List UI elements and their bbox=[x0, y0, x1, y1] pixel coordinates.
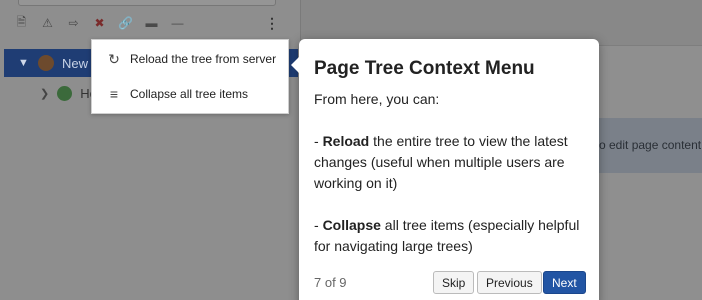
menu-item-reload[interactable]: ↻ Reload the tree from server bbox=[92, 42, 288, 76]
link-icon[interactable]: 🔗 bbox=[114, 12, 137, 34]
page-delete-icon[interactable]: ✖ bbox=[88, 12, 111, 34]
next-button[interactable]: Next bbox=[543, 271, 586, 294]
popover-arrow bbox=[291, 57, 299, 73]
menu-item-label: Reload the tree from server bbox=[130, 52, 277, 66]
reload-icon: ↻ bbox=[108, 50, 120, 67]
tree-toolbar: 🗎 ⚠ ⇨ ✖ 🔗 ▬ — ⋮ bbox=[10, 12, 290, 34]
menu-item-label: Collapse all tree items bbox=[130, 87, 249, 101]
page-move-icon[interactable]: ⇨ bbox=[62, 12, 85, 34]
chevron-right-icon[interactable]: ❯ bbox=[40, 87, 49, 100]
menu-item-collapse[interactable]: ≡ Collapse all tree items bbox=[92, 77, 288, 111]
popover-title: Page Tree Context Menu bbox=[314, 58, 535, 79]
step-counter: 7 of 9 bbox=[314, 275, 347, 290]
previous-button[interactable]: Previous bbox=[477, 271, 542, 294]
tree-search-input[interactable] bbox=[18, 0, 276, 6]
popover-bullet-collapse: - Collapse all tree items (especially he… bbox=[314, 217, 580, 254]
page-warning-icon[interactable]: ⚠ bbox=[36, 12, 59, 34]
info-message: o edit page content bbox=[599, 118, 702, 173]
popover-footer: 7 of 9 Skip Previous Next bbox=[314, 271, 586, 295]
tree-row-home[interactable]: ❯ Ho bbox=[40, 86, 97, 101]
globe-icon bbox=[57, 86, 73, 101]
tree-context-menu: ↻ Reload the tree from server ≡ Collapse… bbox=[91, 39, 289, 114]
chevron-down-icon[interactable]: ▼ bbox=[18, 57, 38, 69]
more-icon[interactable]: ⋮ bbox=[264, 12, 280, 34]
tour-popover: Page Tree Context Menu From here, you ca… bbox=[291, 39, 599, 300]
skip-button[interactable]: Skip bbox=[433, 271, 475, 294]
site-icon bbox=[38, 55, 54, 71]
collapse-tree-icon: ≡ bbox=[109, 86, 119, 102]
folder-icon[interactable]: ▬ bbox=[140, 12, 163, 34]
popover-body: From here, you can: - Reload the entire … bbox=[314, 89, 589, 257]
popover-intro: From here, you can: bbox=[314, 91, 440, 107]
separator-icon[interactable]: — bbox=[166, 12, 189, 34]
new-page-icon[interactable]: 🗎 bbox=[10, 12, 33, 34]
popover-bullet-reload: - Reload the entire tree to view the lat… bbox=[314, 133, 568, 191]
